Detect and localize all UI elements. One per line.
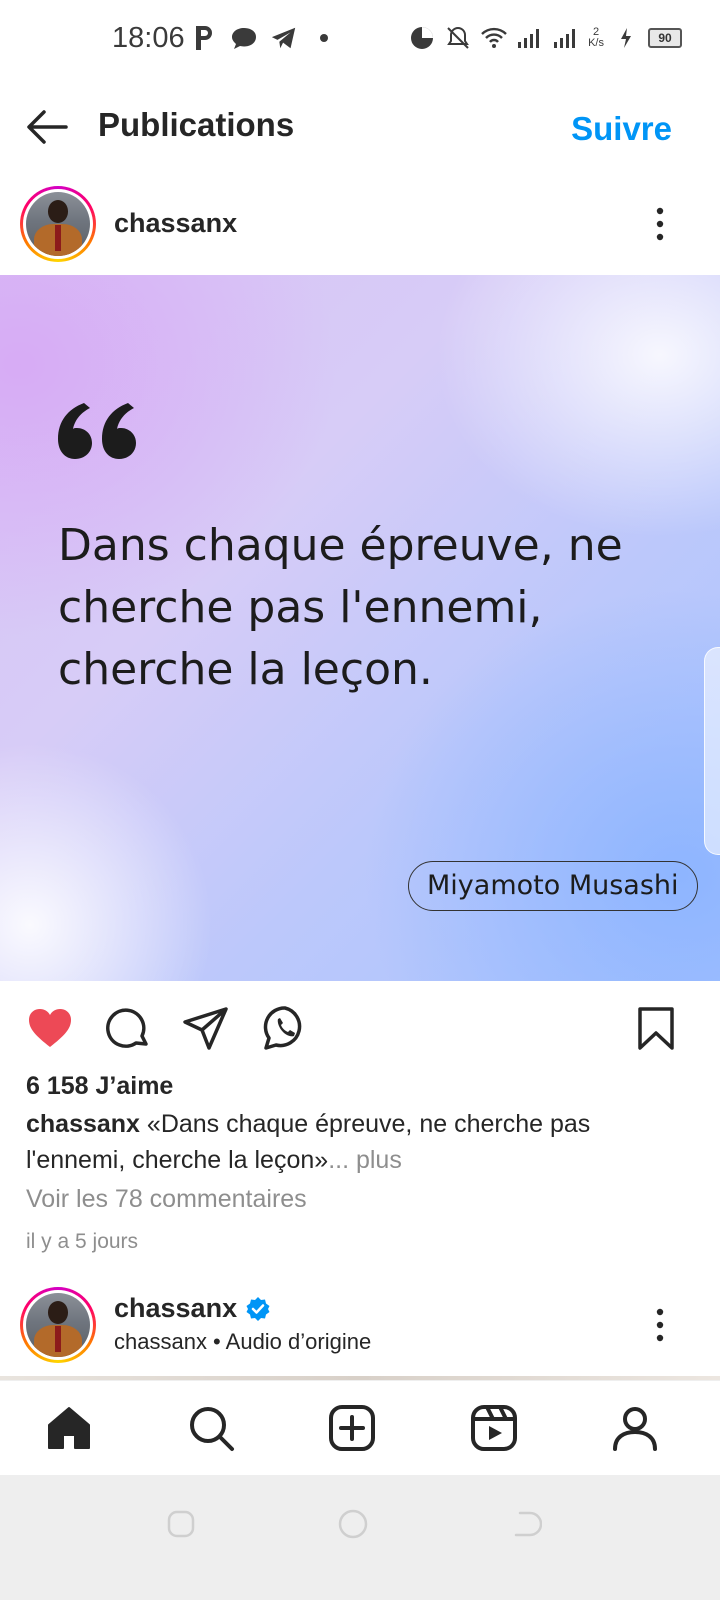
more-options-icon[interactable] xyxy=(644,1305,676,1345)
create-post-icon[interactable] xyxy=(327,1403,377,1453)
system-navigation-bar xyxy=(0,1475,720,1600)
post-actions xyxy=(0,1000,720,1060)
likes-count[interactable]: 6 158 J’aime xyxy=(26,1072,173,1101)
post-header: chassanx xyxy=(0,186,720,264)
next-post-header: chassanx chassanx • Audio d’origine xyxy=(0,1287,720,1365)
avatar[interactable] xyxy=(20,1287,96,1363)
next-post-username[interactable]: chassanx xyxy=(114,1293,237,1324)
charging-icon xyxy=(612,24,640,52)
speed-indicator: 2 K/s xyxy=(588,27,604,49)
edge-panel-handle[interactable] xyxy=(704,647,720,855)
signal-icon xyxy=(516,24,544,52)
signal-icon xyxy=(552,24,580,52)
wifi-icon xyxy=(480,24,508,52)
quote-text: Dans chaque épreuve, ne cherche pas l'en… xyxy=(58,520,623,695)
comment-icon[interactable] xyxy=(104,1004,152,1052)
status-bar: 18:06 2 K/s 90 xyxy=(0,0,720,80)
post-image[interactable]: Dans chaque épreuve, ne cherche pas l'en… xyxy=(0,275,720,981)
bell-off-icon xyxy=(444,24,472,52)
caption-username[interactable]: chassanx xyxy=(26,1110,140,1138)
audio-subtitle[interactable]: chassanx • Audio d’origine xyxy=(114,1329,371,1355)
page-title: Publications xyxy=(98,106,295,143)
battery-icon: 90 xyxy=(648,28,682,48)
bookmark-icon[interactable] xyxy=(632,1004,680,1052)
chat-bubble-icon xyxy=(230,24,258,52)
avatar-photo xyxy=(26,192,90,256)
avatar[interactable] xyxy=(20,186,96,262)
whatsapp-icon[interactable] xyxy=(261,1004,309,1052)
post-caption[interactable]: chassanx «Dans chaque épreuve, ne cherch… xyxy=(26,1106,686,1178)
speed-unit: K/s xyxy=(588,37,604,49)
search-icon[interactable] xyxy=(186,1403,236,1453)
parking-app-icon xyxy=(190,24,218,52)
status-left-icons xyxy=(190,24,338,52)
back-arrow-icon[interactable] xyxy=(24,104,70,150)
app-header: Publications Suivre xyxy=(0,94,720,158)
view-comments-link[interactable]: Voir les 78 commentaires xyxy=(26,1185,307,1214)
home-button[interactable] xyxy=(336,1507,370,1541)
like-heart-icon[interactable] xyxy=(26,1004,74,1052)
follow-button[interactable]: Suivre xyxy=(571,110,672,148)
avatar-photo xyxy=(26,1293,90,1357)
caption-more-link[interactable]: ... plus xyxy=(328,1146,402,1174)
more-options-icon[interactable] xyxy=(644,204,676,244)
post-timestamp: il y a 5 jours xyxy=(26,1230,139,1253)
home-icon[interactable] xyxy=(44,1403,94,1453)
quote-author: Miyamoto Musashi xyxy=(408,861,698,911)
data-saver-icon xyxy=(408,24,436,52)
status-right-icons: 2 K/s 90 xyxy=(408,24,682,52)
share-send-icon[interactable] xyxy=(182,1004,230,1052)
recents-button[interactable] xyxy=(164,1507,198,1541)
dot-icon xyxy=(310,24,338,52)
back-button[interactable] xyxy=(508,1507,543,1541)
verified-badge-icon xyxy=(245,1296,271,1322)
telegram-icon xyxy=(270,24,298,52)
bottom-navigation xyxy=(0,1380,720,1475)
post-username[interactable]: chassanx xyxy=(114,208,237,239)
quotation-mark-icon xyxy=(54,395,144,465)
reels-icon[interactable] xyxy=(469,1403,519,1453)
status-time: 18:06 xyxy=(112,22,185,54)
profile-icon[interactable] xyxy=(610,1403,660,1453)
